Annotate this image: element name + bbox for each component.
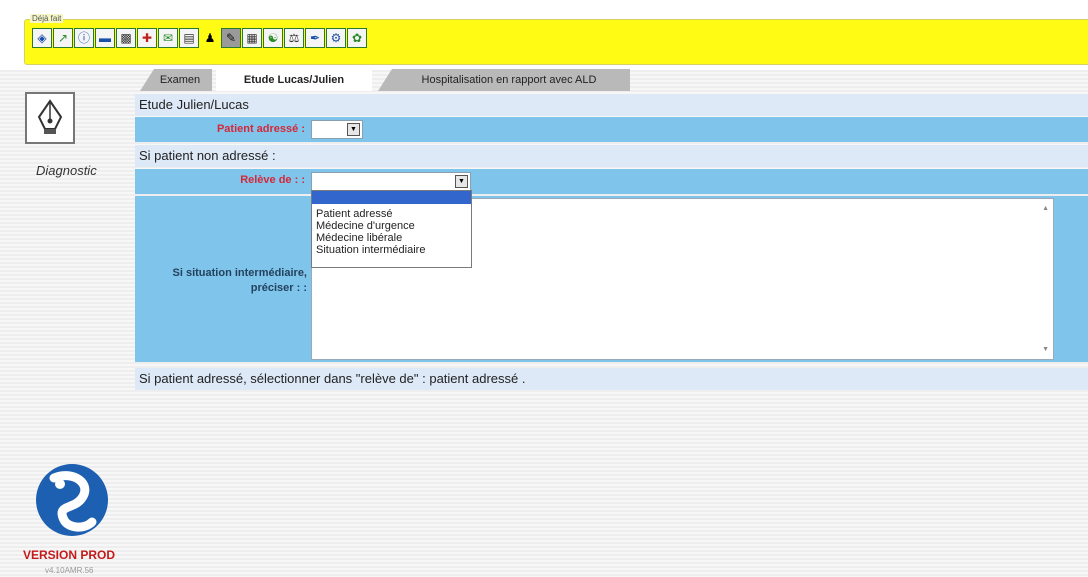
situation-label: Si situation intermédiaire, préciser : : (135, 266, 307, 296)
scroll-down-icon[interactable]: ▼ (1042, 346, 1049, 353)
people-icon[interactable]: ♟ (200, 28, 220, 48)
diagnostic-label: Diagnostic (36, 163, 97, 178)
situation-label-line1: Si situation intermédiaire, (172, 267, 307, 279)
chevron-down-icon: ▼ (347, 123, 360, 136)
situation-label-line2: préciser : : (250, 282, 307, 294)
version-label: VERSION PROD (23, 548, 116, 562)
dropdown-option[interactable]: Situation intermédiaire (312, 244, 471, 256)
section-title: Etude Julien/Lucas (135, 94, 1088, 116)
dropdown-option[interactable]: Médecine libérale (312, 232, 471, 244)
xray-icon[interactable]: ▩ (116, 28, 136, 48)
info-icon[interactable]: ⓘ (74, 28, 94, 48)
grid-icon[interactable]: ▦ (242, 28, 262, 48)
dropdown-option[interactable]: Patient adressé (312, 208, 471, 220)
books-icon[interactable]: ▤ (179, 28, 199, 48)
patient-adresse-select[interactable]: ▼ (311, 120, 363, 139)
footer-note: Si patient adressé, sélectionner dans "r… (135, 368, 1088, 390)
chevron-down-icon: ▼ (455, 175, 468, 188)
tab-examen[interactable]: Examen (140, 69, 212, 91)
group-icon[interactable]: ☯ (263, 28, 283, 48)
pen-nib-icon (37, 99, 63, 134)
releve-de-label: Relève de : : (240, 174, 305, 186)
scale-icon[interactable]: ⚖ (284, 28, 304, 48)
toolbar-icons: ◈ ↗ ⓘ ▬ ▩ ✚ ✉ ▤ ♟ ✎ ▦ ☯ ⚖ ✒ ⚙ ✿ (32, 28, 367, 48)
dropdown-blank-option[interactable] (312, 191, 471, 204)
releve-de-select[interactable]: ▼ (311, 172, 471, 191)
releve-de-row: Relève de : : ▼ (135, 169, 1088, 194)
mail-icon[interactable]: ✉ (158, 28, 178, 48)
feather-icon[interactable]: ✿ (347, 28, 367, 48)
version-number: v4.10AMR.56 (45, 566, 94, 575)
medkit-icon[interactable]: ✚ (137, 28, 157, 48)
chart-icon[interactable]: ↗ (53, 28, 73, 48)
releve-de-dropdown[interactable]: Patient adressé Médecine d'urgence Médec… (311, 190, 472, 268)
non-adresse-heading: Si patient non adressé : (135, 145, 1088, 167)
gear-icon[interactable]: ⚙ (326, 28, 346, 48)
eraser-icon[interactable]: ▬ (95, 28, 115, 48)
toolbar-fieldset-label: Déjà fait (30, 14, 64, 23)
scroll-up-icon[interactable]: ▲ (1042, 205, 1049, 212)
tab-hospitalisation-ald[interactable]: Hospitalisation en rapport avec ALD (378, 69, 630, 91)
diagnostic-button[interactable] (25, 92, 75, 144)
toolbar: ◈ ↗ ⓘ ▬ ▩ ✚ ✉ ▤ ♟ ✎ ▦ ☯ ⚖ ✒ ⚙ ✿ (24, 19, 1088, 65)
patient-adresse-label: Patient adressé : (216, 123, 305, 135)
dropdown-option[interactable]: Médecine d'urgence (312, 220, 471, 232)
pen-icon[interactable]: ✒ (305, 28, 325, 48)
tab-etude-lucas-julien[interactable]: Etude Lucas/Julien (216, 69, 372, 91)
book-icon[interactable]: ◈ (32, 28, 52, 48)
patient-adresse-row: Patient adressé : ▼ (135, 117, 1088, 142)
resurgences-logo (36, 464, 108, 536)
pencil-icon[interactable]: ✎ (221, 28, 241, 48)
